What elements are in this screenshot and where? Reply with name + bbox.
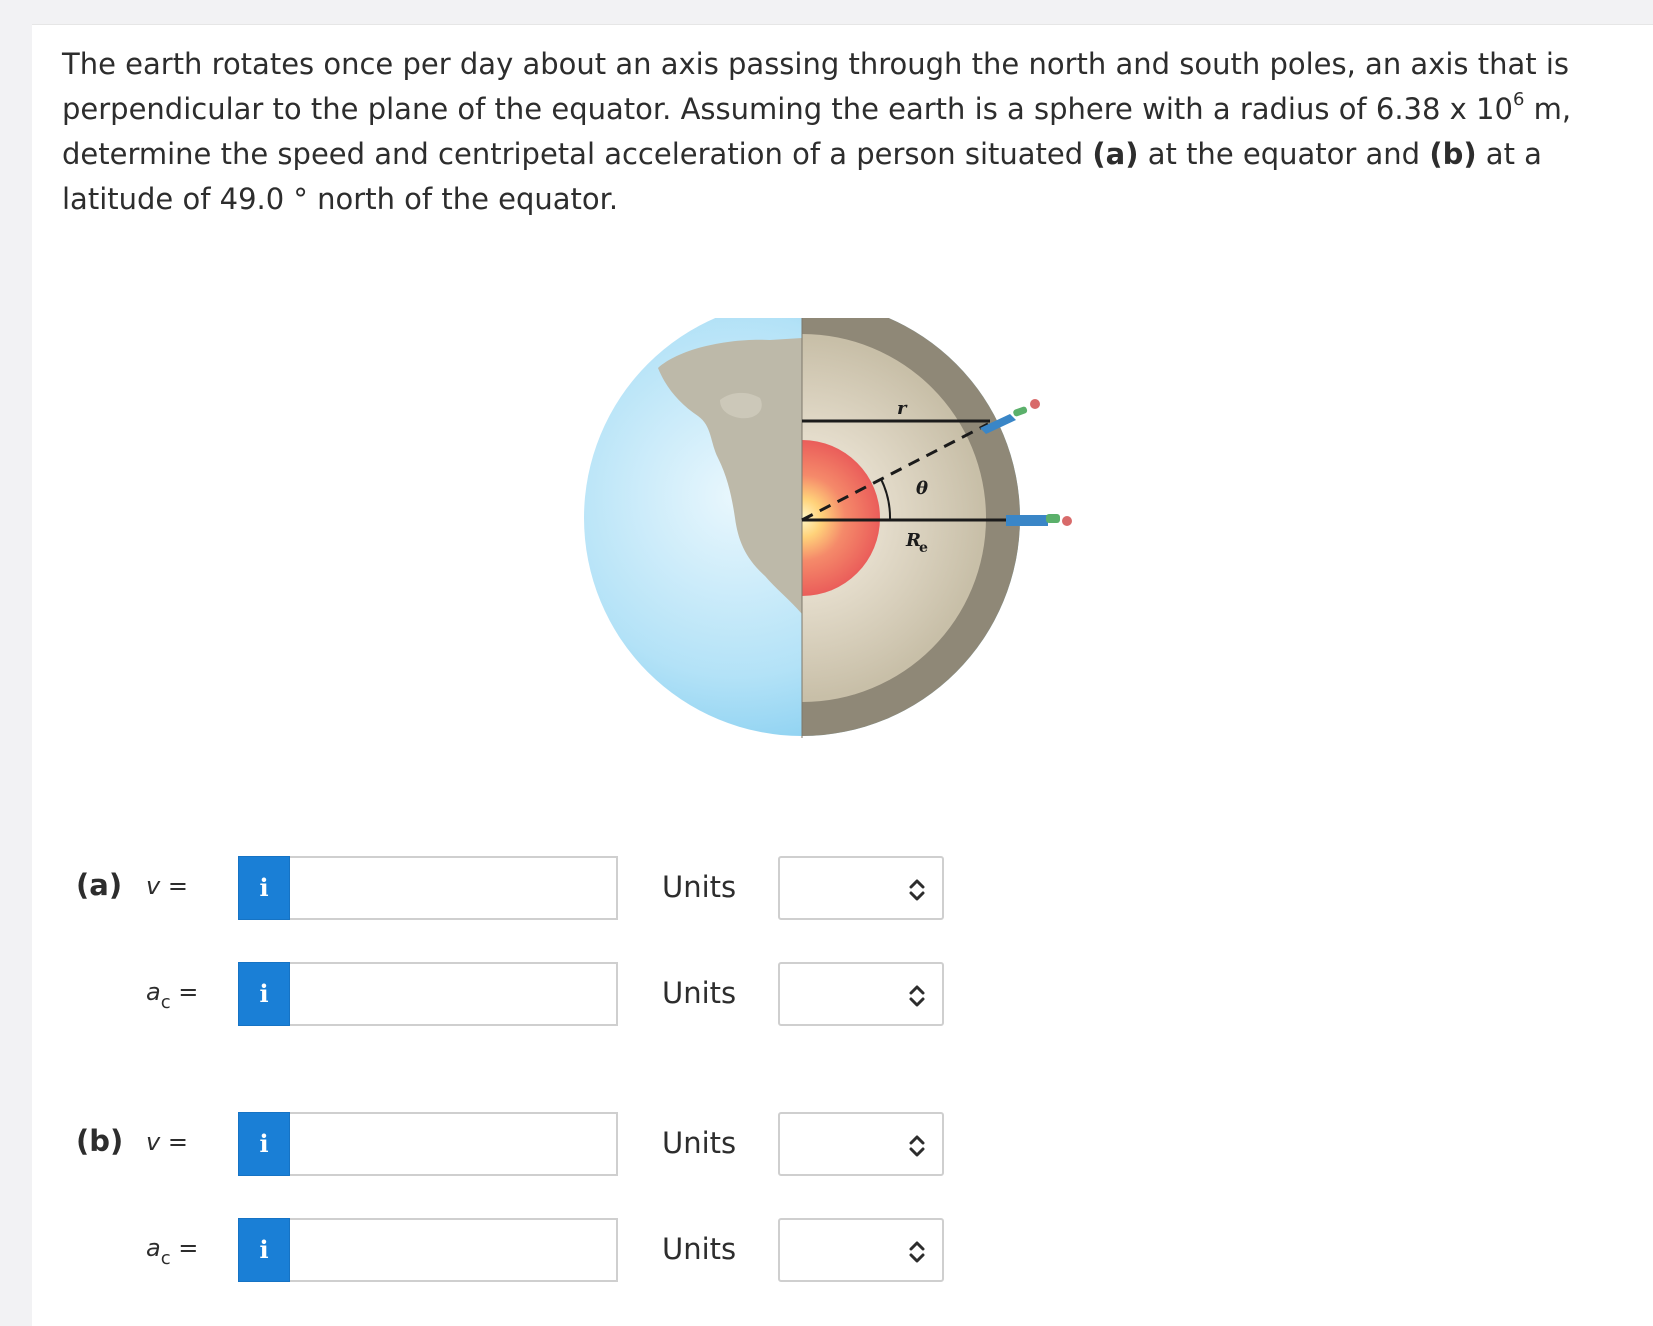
label-R-subscript: e <box>919 540 928 556</box>
earth-diagram: r θ R e <box>584 300 1072 738</box>
units-select-b-speed[interactable] <box>778 1112 944 1176</box>
answer-row-b-speed: (b) v = i Units <box>0 1112 1653 1178</box>
answer-input-a-acceleration[interactable] <box>290 962 618 1026</box>
chevron-up-down-icon <box>909 1135 925 1157</box>
units-select-a-acceleration[interactable] <box>778 962 944 1026</box>
variable-label-v: v = <box>146 1128 188 1156</box>
chevron-up-down-icon <box>909 879 925 901</box>
chevron-up-down-icon <box>909 985 925 1007</box>
units-label: Units <box>662 1232 737 1266</box>
units-select-b-acceleration[interactable] <box>778 1218 944 1282</box>
variable-label-v: v = <box>146 872 188 900</box>
info-icon[interactable]: i <box>238 1112 290 1176</box>
problem-statement: The earth rotates once per day about an … <box>62 47 1572 216</box>
answer-row-a-acceleration: ac = i Units <box>0 962 1653 1028</box>
answer-input-b-acceleration[interactable] <box>290 1218 618 1282</box>
label-theta: θ <box>916 478 928 499</box>
answer-input-a-speed[interactable] <box>290 856 618 920</box>
person-at-equator <box>1006 514 1072 526</box>
units-select-a-speed[interactable] <box>778 856 944 920</box>
variable-label-ac: ac = <box>146 978 199 1013</box>
answer-input-b-speed[interactable] <box>290 1112 618 1176</box>
earth-figure: r θ R e <box>570 300 1090 778</box>
chevron-up-down-icon <box>909 1241 925 1263</box>
info-icon[interactable]: i <box>238 1218 290 1282</box>
info-icon[interactable]: i <box>238 962 290 1026</box>
units-label: Units <box>662 870 737 904</box>
answer-row-b-acceleration: ac = i Units <box>0 1218 1653 1284</box>
variable-label-ac: ac = <box>146 1234 199 1269</box>
info-icon[interactable]: i <box>238 856 290 920</box>
answer-row-a-speed: (a) v = i Units <box>0 856 1653 922</box>
part-label-b: (b) <box>76 1124 124 1158</box>
units-label: Units <box>662 976 737 1010</box>
units-label: Units <box>662 1126 737 1160</box>
label-r: r <box>897 398 908 419</box>
part-label-a: (a) <box>76 868 123 902</box>
